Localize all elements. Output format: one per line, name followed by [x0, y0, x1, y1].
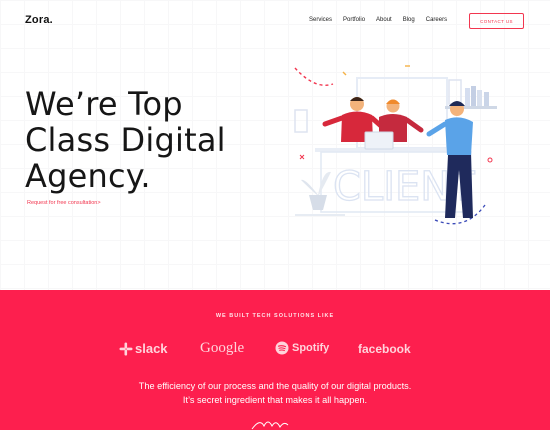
- tech-solutions-heading: WE BUILT TECH SOLUTIONS LIKE: [215, 313, 335, 319]
- nav-item-about[interactable]: About: [376, 17, 392, 23]
- logo[interactable]: Zora.: [25, 14, 53, 26]
- spotify-icon: [275, 341, 289, 355]
- hero-title-line: Agency.: [25, 157, 151, 195]
- spotify-wordmark: Spotify: [292, 342, 330, 354]
- solutions-description-line: The efficiency of our process and the qu…: [138, 381, 412, 391]
- facebook-wordmark: facebook: [358, 342, 411, 356]
- chevron-right-icon: >: [97, 200, 101, 206]
- nav-item-blog[interactable]: Blog: [403, 17, 415, 23]
- google-logo: Google: [200, 340, 244, 357]
- solutions-description: The efficiency of our process and the qu…: [0, 379, 550, 407]
- free-consultation-link[interactable]: Request for free consultation>: [27, 200, 101, 206]
- hero-title: We’re Top Class Digital Agency.: [25, 86, 226, 194]
- facebook-logo: facebook: [358, 342, 411, 356]
- solutions-description-line: It’s secret ingredient that makes it all…: [182, 395, 368, 405]
- top-navigation: Zora. Services Portfolio About Blog Care…: [0, 0, 550, 44]
- slack-icon: [119, 342, 133, 355]
- hero-illustration: CLIENT: [294, 65, 497, 225]
- free-consultation-label: Request for free consultation: [27, 200, 98, 206]
- nav-item-services[interactable]: Services: [309, 17, 332, 23]
- slack-wordmark: slack: [135, 341, 168, 356]
- client-logos: slack Google Spotify facebook: [0, 340, 550, 359]
- nav-item-careers[interactable]: Careers: [426, 17, 447, 23]
- hero-title-line: Class Digital: [25, 121, 226, 159]
- main-menu: Services Portfolio About Blog Careers: [309, 17, 458, 23]
- nav-item-portfolio[interactable]: Portfolio: [343, 17, 365, 23]
- google-wordmark: Google: [200, 340, 245, 356]
- signature-scribble-icon: [251, 421, 289, 430]
- contact-us-button[interactable]: CONTACT US: [469, 13, 524, 29]
- tech-solutions-section: [0, 290, 550, 430]
- slack-logo: slack: [119, 341, 168, 356]
- spotify-logo: Spotify: [275, 341, 329, 355]
- hero-title-line: We’re Top: [25, 85, 183, 123]
